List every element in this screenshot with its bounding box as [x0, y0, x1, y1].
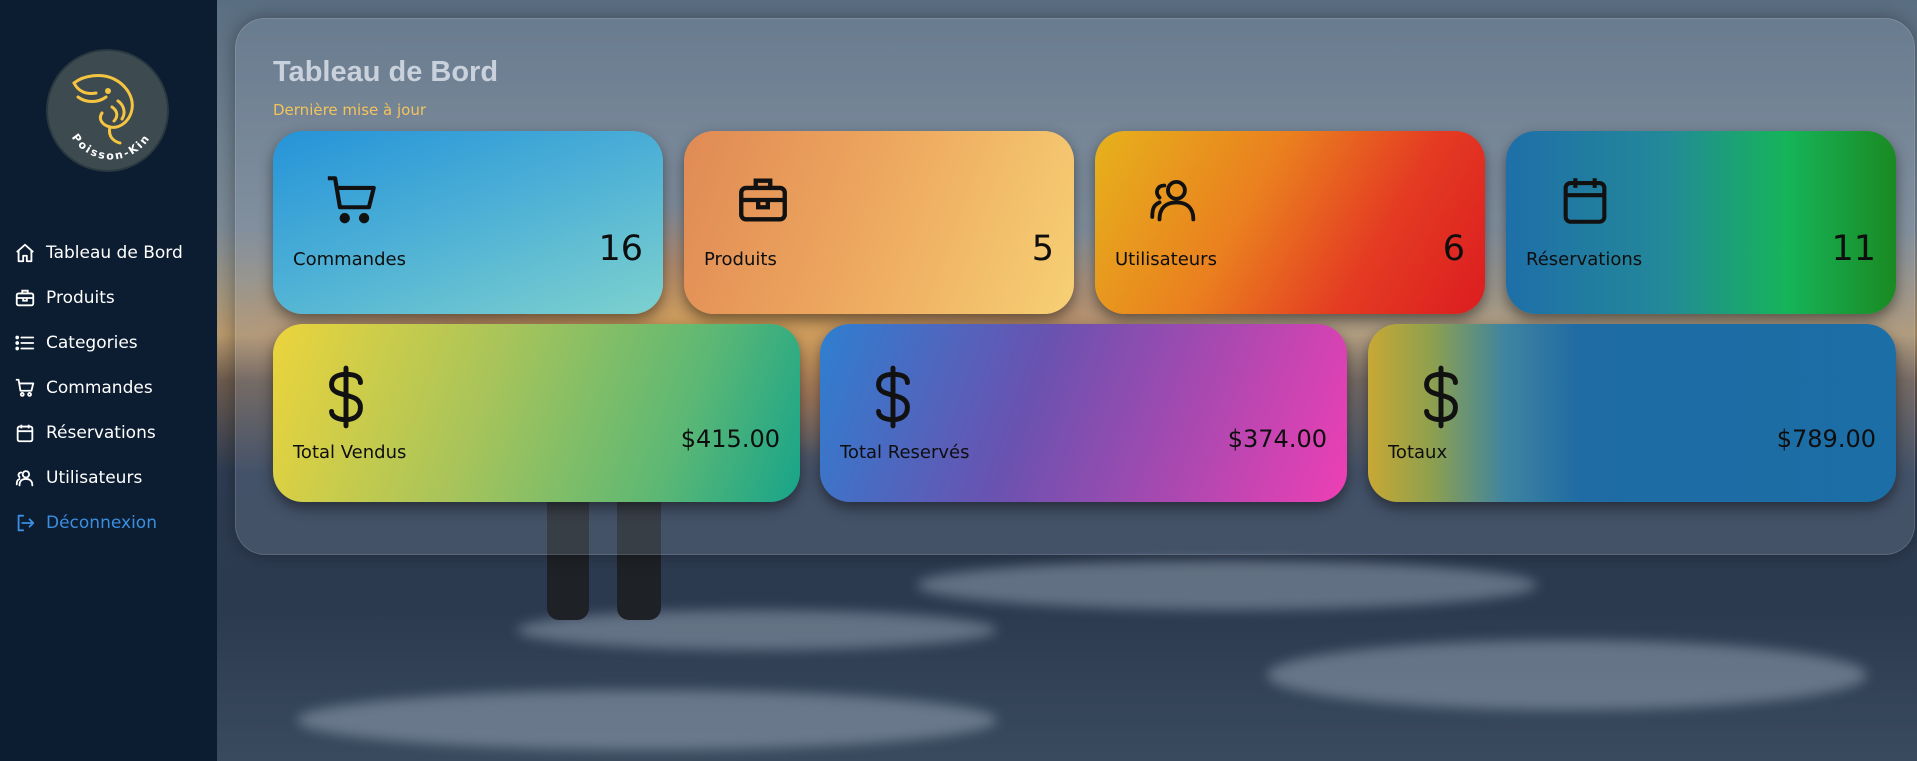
sidebar-item-label: Déconnexion [46, 512, 157, 533]
dashboard-panel: Tableau de Bord Dernière mise à jour Com… [235, 18, 1915, 555]
brand-logo[interactable]: Poisson-Kin [46, 49, 169, 172]
sidebar-item-utilisateurs[interactable]: Utilisateurs [14, 455, 183, 500]
main-content: Tableau de Bord Dernière mise à jour Com… [217, 0, 1917, 761]
sidebar: Poisson-Kin Tableau de Bord Produits Cat… [0, 0, 217, 761]
background-wave [1267, 640, 1867, 710]
dollar-icon [1416, 364, 1466, 434]
last-update-text: Dernière mise à jour [273, 101, 426, 119]
sidebar-item-label: Commandes [46, 377, 153, 398]
stat-card-utilisateurs[interactable]: Utilisateurs 6 [1095, 131, 1485, 314]
background-wave [517, 610, 997, 650]
total-card-reserves[interactable]: Total Reservés $374.00 [820, 324, 1347, 502]
briefcase-icon [732, 171, 794, 233]
sidebar-nav: Tableau de Bord Produits Categories Comm… [14, 230, 183, 545]
sidebar-item-label: Categories [46, 332, 138, 353]
background-wave [297, 690, 997, 750]
total-value: $789.00 [1776, 425, 1876, 453]
stat-value: 6 [1442, 229, 1465, 269]
page-title: Tableau de Bord [273, 56, 499, 88]
cart-icon [321, 171, 383, 233]
users-icon [14, 466, 40, 490]
background-wave [917, 560, 1537, 610]
sidebar-item-label: Produits [46, 287, 115, 308]
briefcase-icon [14, 286, 40, 310]
stat-card-produits[interactable]: Produits 5 [684, 131, 1074, 314]
home-icon [14, 241, 40, 265]
users-icon [1143, 171, 1205, 233]
shrimp-icon: Poisson-Kin [69, 74, 151, 162]
total-label: Total Reservés [840, 442, 970, 463]
stat-label: Produits [704, 249, 777, 270]
stat-card-commandes[interactable]: Commandes 16 [273, 131, 663, 314]
total-value: $415.00 [680, 425, 780, 453]
dollar-icon [321, 364, 371, 434]
sidebar-item-label: Tableau de Bord [46, 242, 183, 263]
stat-label: Utilisateurs [1115, 249, 1217, 270]
list-icon [14, 331, 40, 355]
total-card-vendus[interactable]: Total Vendus $415.00 [273, 324, 800, 502]
stat-value: 16 [598, 229, 643, 269]
sidebar-item-reservations[interactable]: Réservations [14, 410, 183, 455]
total-value: $374.00 [1227, 425, 1327, 453]
total-label: Total Vendus [293, 442, 407, 463]
sidebar-item-tableau-de-bord[interactable]: Tableau de Bord [14, 230, 183, 275]
calendar-icon [14, 421, 40, 445]
sidebar-item-deconnexion[interactable]: Déconnexion [14, 500, 183, 545]
stat-label: Réservations [1526, 249, 1643, 270]
total-card-totaux[interactable]: Totaux $789.00 [1368, 324, 1896, 502]
calendar-icon [1554, 171, 1616, 233]
stat-value: 5 [1031, 229, 1054, 269]
stat-card-reservations[interactable]: Réservations 11 [1506, 131, 1896, 314]
dollar-icon [868, 364, 918, 434]
sidebar-item-categories[interactable]: Categories [14, 320, 183, 365]
stat-value: 11 [1831, 229, 1876, 269]
cart-icon [14, 376, 40, 400]
logout-icon [14, 511, 40, 535]
sidebar-item-produits[interactable]: Produits [14, 275, 183, 320]
sidebar-item-commandes[interactable]: Commandes [14, 365, 183, 410]
sidebar-item-label: Réservations [46, 422, 156, 443]
total-label: Totaux [1388, 442, 1448, 463]
stat-label: Commandes [293, 249, 406, 270]
sidebar-item-label: Utilisateurs [46, 467, 143, 488]
